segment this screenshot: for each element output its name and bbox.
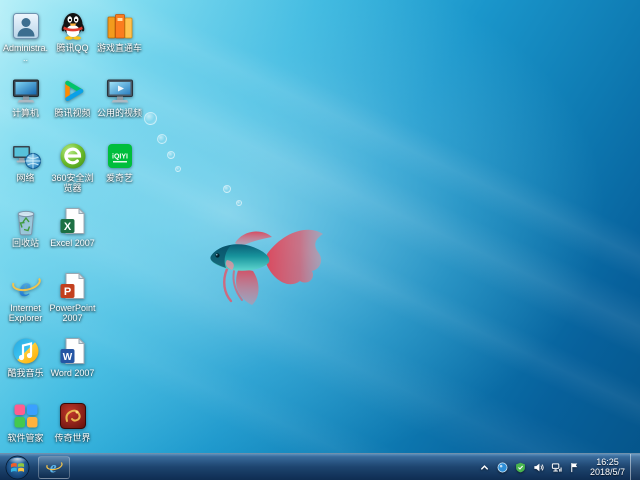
icon-label: 爱奇艺 — [106, 173, 133, 183]
show-desktop-button[interactable] — [630, 454, 640, 480]
tray-green-shield-icon[interactable] — [513, 459, 528, 475]
video-monitor-icon — [104, 75, 136, 107]
network-globe-icon — [10, 140, 42, 172]
taskbar-internet-explorer-button[interactable]: e — [38, 456, 70, 479]
icon-label: 腾讯QQ — [56, 43, 88, 53]
bubble — [157, 134, 167, 144]
desktop-icon-iqiyi[interactable]: iQIYI 爱奇艺 — [96, 136, 143, 201]
svg-text:X: X — [63, 221, 71, 233]
action-center-flag-icon[interactable] — [567, 459, 582, 475]
tray-blue-icon[interactable] — [495, 459, 510, 475]
desktop-icon-tencent-video[interactable]: 腾讯视频 — [49, 71, 96, 136]
word-document-icon: W — [57, 335, 89, 367]
taskbar: e 16:25 — [0, 453, 640, 480]
ie-e-icon: e — [45, 458, 63, 476]
desktop-icon-internet-explorer[interactable]: e Internet Explorer — [2, 266, 49, 331]
icon-label: Excel 2007 — [50, 238, 95, 248]
clock-date: 2018/5/7 — [590, 467, 625, 477]
svg-text:iQIYI: iQIYI — [112, 154, 128, 161]
bubble — [144, 112, 157, 125]
desktop-icon-tencent-qq[interactable]: 腾讯QQ — [49, 6, 96, 71]
desktop-icon-recycle-bin[interactable]: 回收站 — [2, 201, 49, 266]
desktop-icon-grid: Administra... 腾讯QQ — [2, 6, 143, 461]
system-tray: 16:25 2018/5/7 — [476, 454, 640, 480]
volume-icon[interactable] — [531, 459, 546, 475]
music-note-icon — [10, 335, 42, 367]
desktop-icon-kuwo-music[interactable]: 酷我音乐 — [2, 331, 49, 396]
icon-label: Internet Explorer — [2, 303, 49, 323]
icon-label: Word 2007 — [51, 368, 95, 378]
bubble — [236, 200, 242, 206]
icon-label: 360安全浏览器 — [49, 173, 96, 193]
icon-label: 游戏直通车 — [97, 43, 142, 53]
icon-label: 腾讯视频 — [54, 108, 90, 118]
svg-text:e: e — [19, 272, 31, 302]
clock-time: 16:25 — [590, 457, 625, 467]
start-button[interactable] — [0, 454, 34, 480]
play-triangle-icon — [57, 75, 89, 107]
iqiyi-green-icon: iQIYI — [104, 140, 136, 172]
icon-label: PowerPoint 2007 — [49, 303, 96, 323]
bubble — [167, 151, 175, 159]
qq-penguin-icon — [57, 10, 89, 42]
desktop-icon-excel-2007[interactable]: X Excel 2007 — [49, 201, 96, 266]
icon-label: 网络 — [16, 173, 34, 183]
orange-books-icon — [104, 10, 136, 42]
icon-label: 计算机 — [12, 108, 39, 118]
svg-text:P: P — [63, 286, 70, 298]
desktop: Administra... 腾讯QQ — [0, 0, 640, 480]
desktop-icon-360-safe-browser[interactable]: 360安全浏览器 — [49, 136, 96, 201]
ie-e-icon: e — [10, 270, 42, 302]
icon-label: Administra... — [2, 43, 49, 63]
betta-fish — [205, 212, 330, 307]
monitor-icon — [10, 75, 42, 107]
powerpoint-document-icon: P — [57, 270, 89, 302]
icon-label: 公用的视频 — [97, 108, 142, 118]
colorful-grid-icon — [10, 400, 42, 432]
game-emblem-icon — [57, 400, 89, 432]
desktop-icon-powerpoint-2007[interactable]: P PowerPoint 2007 — [49, 266, 96, 331]
excel-document-icon: X — [57, 205, 89, 237]
icon-label: 传奇世界 — [54, 433, 90, 443]
bubble — [175, 166, 181, 172]
windows-orb-icon — [5, 455, 30, 480]
bubble — [223, 185, 231, 193]
desktop-icon-software-manager[interactable]: 软件管家 — [2, 396, 49, 461]
desktop-icon-game-express[interactable]: 游戏直通车 — [96, 6, 143, 71]
recycle-bin-icon — [10, 205, 42, 237]
desktop-icon-network[interactable]: 网络 — [2, 136, 49, 201]
green-e-globe-icon — [57, 140, 89, 172]
desktop-icon-administrator[interactable]: Administra... — [2, 6, 49, 71]
svg-text:e: e — [50, 459, 57, 476]
icon-label: 酷我音乐 — [7, 368, 43, 378]
hidden-icons-chevron[interactable] — [477, 459, 492, 475]
network-icon[interactable] — [549, 459, 564, 475]
taskbar-clock[interactable]: 16:25 2018/5/7 — [590, 457, 625, 477]
user-folder-icon — [10, 10, 42, 42]
svg-text:W: W — [62, 352, 72, 363]
desktop-icon-computer[interactable]: 计算机 — [2, 71, 49, 136]
desktop-icon-word-2007[interactable]: W Word 2007 — [49, 331, 96, 396]
desktop-icon-legend-world[interactable]: 传奇世界 — [49, 396, 96, 461]
desktop-icon-public-videos[interactable]: 公用的视频 — [96, 71, 143, 136]
icon-label: 软件管家 — [7, 433, 43, 443]
icon-label: 回收站 — [12, 238, 39, 248]
